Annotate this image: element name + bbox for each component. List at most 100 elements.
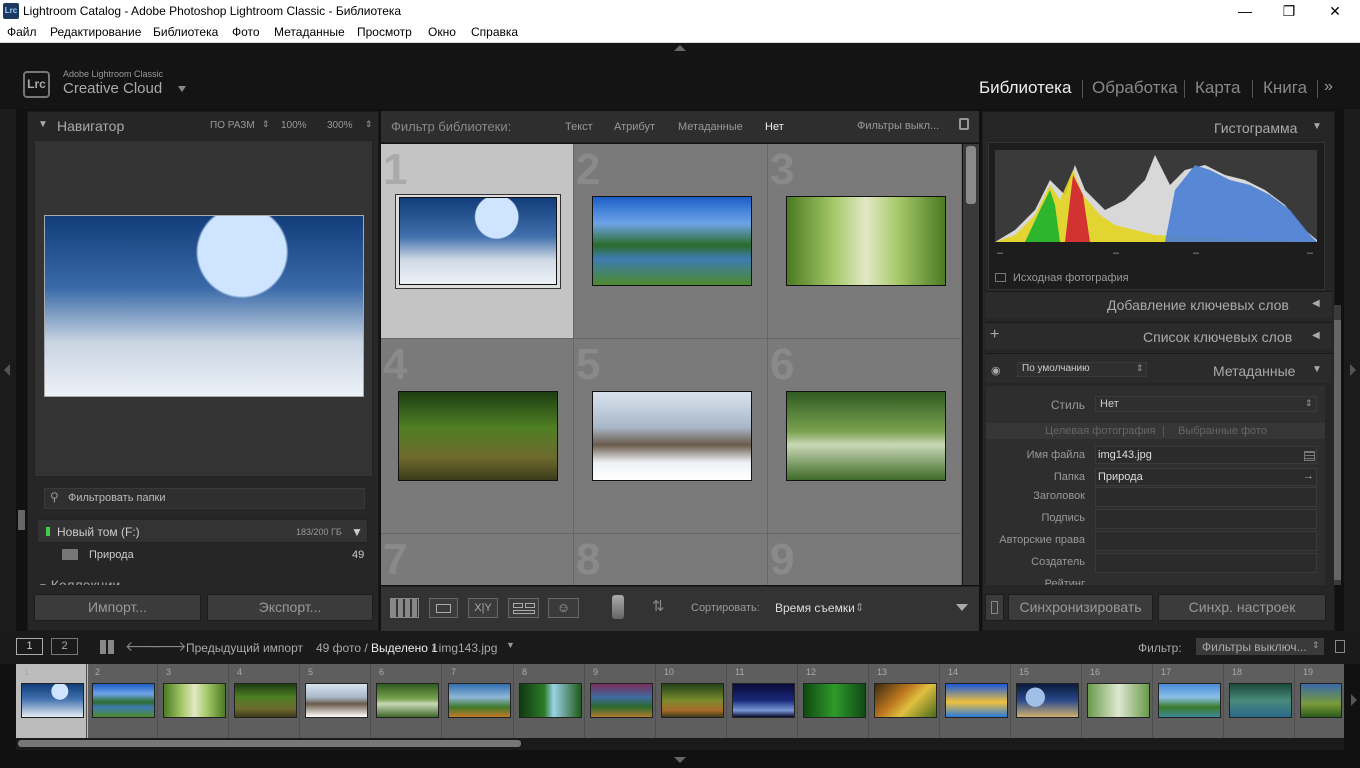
loupe-view-icon[interactable]: [429, 598, 458, 618]
filter-text[interactable]: Текст: [565, 121, 593, 133]
filmstrip-thumbnail[interactable]: [1016, 683, 1079, 718]
collapse-top-icon[interactable]: [674, 45, 686, 51]
thumbnail-green-stream[interactable]: [786, 391, 946, 481]
expand-triangle-icon[interactable]: ◀: [1312, 330, 1320, 341]
updown-icon[interactable]: ⇕: [855, 601, 864, 614]
filmstrip-thumbnail[interactable]: [661, 683, 724, 718]
grid-view-icon[interactable]: [390, 598, 419, 618]
grid-scrollbar-thumb[interactable]: [966, 146, 976, 204]
folder-name[interactable]: Природа: [89, 549, 134, 561]
thumbnail-forest-path[interactable]: [398, 391, 558, 481]
add-keyword-icon[interactable]: +: [990, 326, 999, 344]
zoom-300[interactable]: 300%: [327, 120, 353, 131]
module-map[interactable]: Карта: [1195, 78, 1241, 98]
menu-window[interactable]: Окно: [428, 25, 456, 39]
grid-cell[interactable]: 7: [381, 534, 574, 585]
filmstrip-thumbnail[interactable]: [448, 683, 511, 718]
menu-help[interactable]: Справка: [471, 25, 518, 39]
filmstrip-scroll-thumb[interactable]: [18, 740, 521, 747]
sort-direction-icon[interactable]: ⇅: [652, 597, 665, 615]
sync-toggle[interactable]: [985, 594, 1004, 621]
histogram-title[interactable]: Гистограмма: [1214, 120, 1297, 136]
filmstrip-thumbnail[interactable]: [1158, 683, 1221, 718]
navigator-title[interactable]: Навигатор: [57, 118, 124, 134]
grid-cell[interactable]: 9: [768, 534, 962, 585]
list-icon[interactable]: [1304, 451, 1315, 461]
survey-view-icon[interactable]: [508, 598, 539, 618]
filmstrip-thumbnail[interactable]: [519, 683, 582, 718]
right-scrollbar-thumb[interactable]: [1334, 320, 1341, 580]
menu-view[interactable]: Просмотр: [357, 25, 412, 39]
metadata-title[interactable]: Метаданные: [1213, 363, 1295, 379]
zoom-100[interactable]: 100%: [281, 120, 307, 131]
eye-icon[interactable]: ◉: [991, 364, 1001, 377]
filter-presets[interactable]: Фильтры выкл...: [857, 120, 939, 132]
module-book[interactable]: Книга: [1263, 78, 1307, 98]
left-panel-toggle-icon[interactable]: [4, 364, 10, 376]
module-library[interactable]: Библиотека: [979, 78, 1071, 98]
style-select[interactable]: [1095, 396, 1317, 412]
menu-metadata[interactable]: Метаданные: [274, 25, 345, 39]
thumbnail-birch-alley[interactable]: [786, 196, 946, 286]
filmstrip-next-icon[interactable]: [1351, 694, 1357, 706]
toolbar-menu-icon[interactable]: [956, 604, 968, 611]
caption-field[interactable]: [1095, 509, 1317, 529]
sort-value[interactable]: Время съемки: [775, 601, 855, 615]
zoom-fit[interactable]: ПО РАЗМ: [210, 120, 255, 131]
minimize-button[interactable]: —: [1222, 0, 1268, 23]
filmstrip-lock-icon[interactable]: [1335, 640, 1345, 653]
grid-scrollbar-track[interactable]: [963, 144, 979, 585]
filmstrip-thumbnail[interactable]: [1087, 683, 1150, 718]
navigator-preview-image[interactable]: [44, 215, 364, 397]
filter-metadata[interactable]: Метаданные: [678, 121, 743, 133]
forward-arrow-icon[interactable]: 🡒: [149, 638, 187, 655]
updown-icon[interactable]: ⇕: [365, 119, 373, 130]
close-button[interactable]: ✕: [1312, 0, 1358, 23]
collapse-triangle-icon[interactable]: ▼: [38, 119, 48, 130]
lock-icon[interactable]: [959, 118, 969, 130]
export-button[interactable]: Экспорт...: [207, 594, 373, 621]
people-view-icon[interactable]: ☺: [548, 598, 579, 618]
compare-view-icon[interactable]: X|Y: [468, 598, 498, 618]
sync-button[interactable]: Синхронизировать: [1008, 594, 1153, 621]
expand-triangle-icon[interactable]: ◀: [1312, 298, 1320, 309]
updown-icon[interactable]: ⇕: [262, 119, 270, 130]
source-label[interactable]: Предыдущий импорт: [186, 641, 303, 655]
module-develop[interactable]: Обработка: [1092, 78, 1178, 98]
creative-cloud-label[interactable]: Creative Cloud: [63, 80, 162, 97]
grid-icon[interactable]: [100, 640, 114, 654]
thumbnail-snow-cabin[interactable]: [592, 391, 752, 481]
menu-library[interactable]: Библиотека: [153, 25, 218, 39]
creator-field[interactable]: [1095, 553, 1317, 573]
maximize-button[interactable]: ❐: [1266, 0, 1312, 23]
filmstrip-thumbnail[interactable]: [732, 683, 795, 718]
filmstrip-thumbnail[interactable]: [874, 683, 937, 718]
thumbnail-lake[interactable]: [592, 196, 752, 286]
title-field[interactable]: [1095, 487, 1317, 507]
chevron-down-icon[interactable]: ▼: [506, 640, 515, 650]
collapse-triangle-icon[interactable]: ▼: [1312, 121, 1322, 132]
collections-header[interactable]: ▼ Коллекции: [38, 577, 120, 585]
filmstrip-thumbnail[interactable]: [945, 683, 1008, 718]
filmstrip-thumbnail[interactable]: [803, 683, 866, 718]
right-panel-toggle-icon[interactable]: [1350, 364, 1356, 376]
tab-target-photo[interactable]: Целевая фотография: [1045, 425, 1156, 437]
goto-folder-icon[interactable]: →: [1303, 470, 1314, 482]
import-button[interactable]: Импорт...: [34, 594, 201, 621]
collapse-triangle-icon[interactable]: ▼: [1312, 364, 1322, 375]
filmstrip-thumbnail[interactable]: [92, 683, 155, 718]
secondary-window-button[interactable]: 2: [51, 638, 78, 655]
filmstrip-thumbnail[interactable]: [234, 683, 297, 718]
selected-file[interactable]: / img143.jpg: [432, 641, 497, 655]
tab-selected-photos[interactable]: Выбранные фото: [1178, 425, 1267, 437]
more-modules-icon[interactable]: »: [1324, 78, 1333, 96]
menu-photo[interactable]: Фото: [232, 25, 260, 39]
thumbnail-winter-moon[interactable]: [399, 197, 557, 285]
grid-cell[interactable]: 8: [574, 534, 768, 585]
filter-none[interactable]: Нет: [765, 121, 784, 133]
filmstrip-thumbnail[interactable]: [305, 683, 368, 718]
filmstrip-thumbnail[interactable]: [163, 683, 226, 718]
filmstrip-thumbnail[interactable]: [21, 683, 84, 718]
volume-dropdown-icon[interactable]: ▼: [351, 525, 363, 539]
filmstrip-thumbnail[interactable]: [1229, 683, 1292, 718]
